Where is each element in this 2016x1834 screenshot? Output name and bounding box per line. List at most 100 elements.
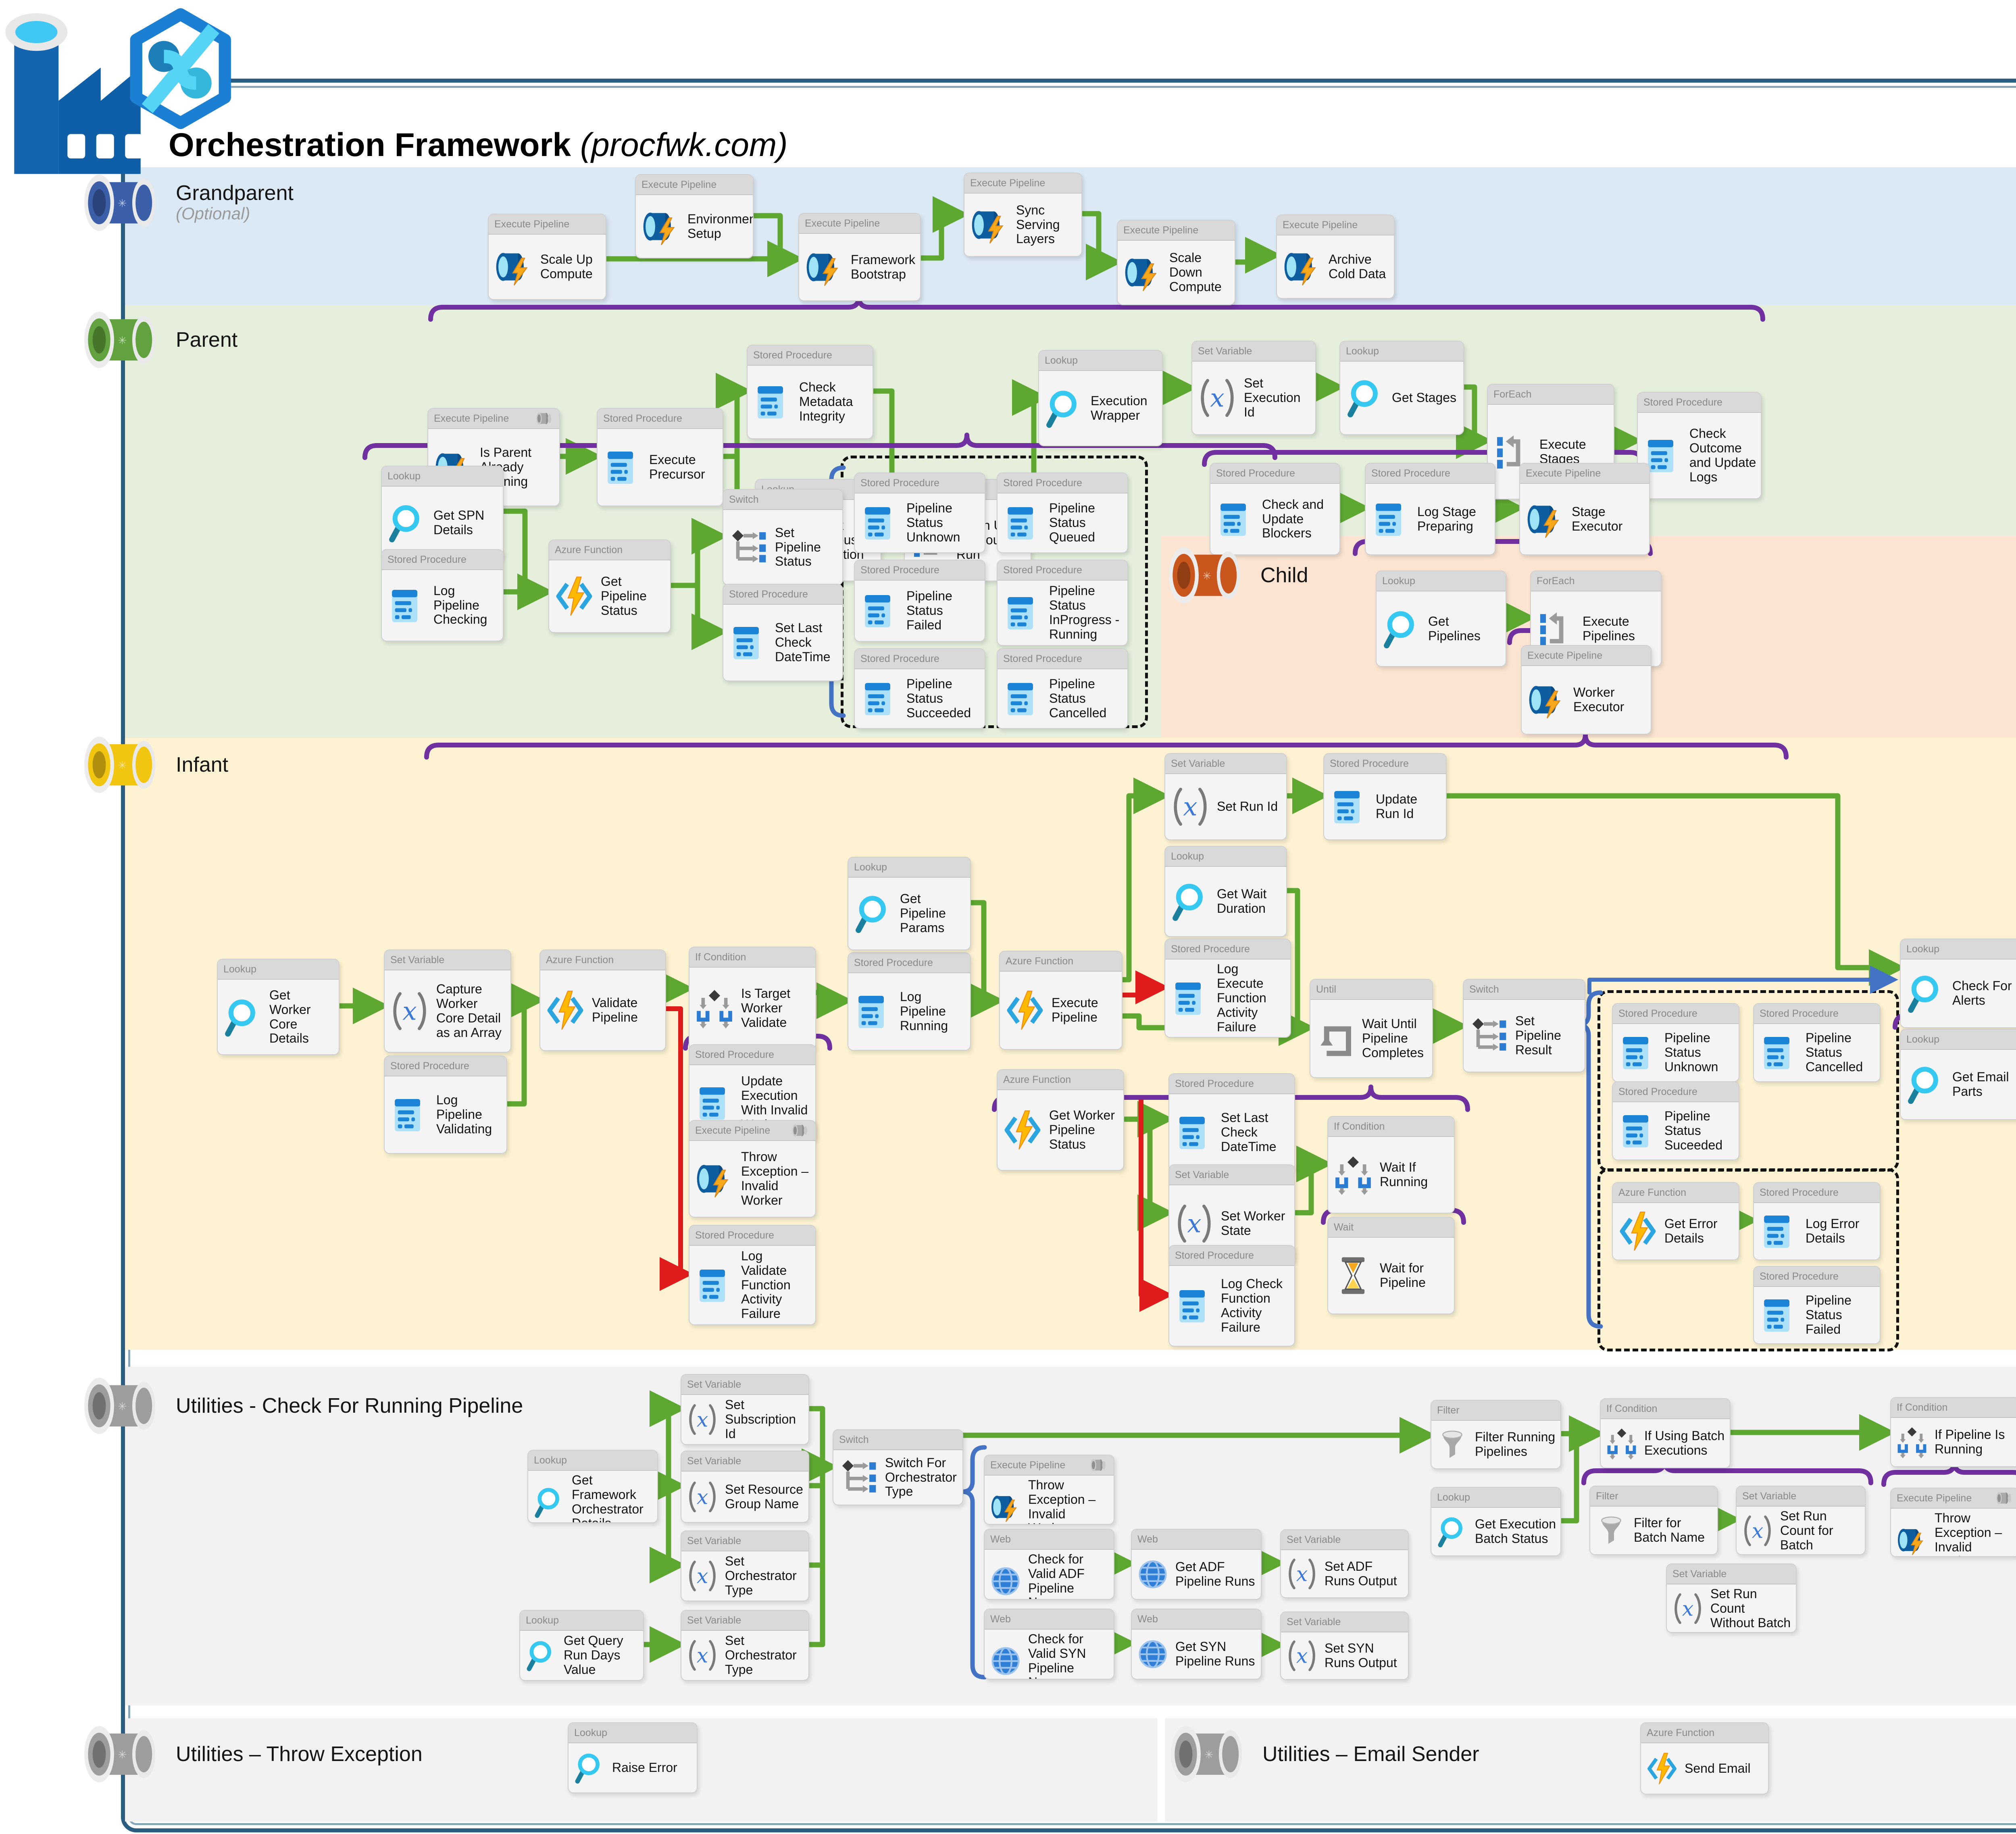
activity-header: Lookup — [520, 1611, 643, 1631]
activity-body: Log Pipeline Checking — [382, 570, 503, 641]
activity-type-label: Set Variable — [687, 1379, 741, 1391]
activity-get-error-details: Azure Function Get Error Details — [1612, 1182, 1739, 1260]
section-label: Infant — [176, 754, 228, 776]
setvar-icon — [685, 1403, 719, 1436]
activity-body: Set Orchestrator Type — [681, 1631, 808, 1680]
sp-icon — [727, 622, 769, 664]
activity-label: Update Run Id — [1376, 792, 1442, 821]
activity-body: Execution Wrapper — [1039, 371, 1162, 445]
activity-type-label: Stored Procedure — [860, 477, 939, 489]
activity-pipeline-status-unknown: Stored Procedure Pipeline Status Unknown — [854, 473, 985, 553]
pipe-icon — [989, 1490, 1023, 1524]
activity-framework-bootstrap: Execute Pipeline Framework Bootstrap — [798, 213, 921, 301]
activity-type-label: Set Variable — [1672, 1568, 1727, 1580]
activity-type-label: Lookup — [1045, 355, 1078, 366]
activity-label: Pipeline Status Cancelled — [1806, 1031, 1876, 1074]
activity-body: Stage Executor — [1520, 484, 1649, 554]
activity-label: Get Worker Pipeline Status — [1049, 1108, 1119, 1151]
sp-icon — [694, 1082, 735, 1124]
activity-execute-precursor: Stored Procedure Execute Precursor — [597, 408, 723, 506]
activity-body: If Pipeline Is Running — [1891, 1418, 2016, 1466]
activity-body: Set Pipeline Result — [1464, 1000, 1585, 1072]
activity-body: Filter for Batch Name — [1590, 1507, 1717, 1554]
activity-header: Set Variable — [681, 1375, 808, 1395]
activity-header: Execute Pipeline — [636, 175, 753, 195]
activity-body: Wait for Pipeline — [1328, 1238, 1454, 1314]
activity-body: Get Pipeline Status — [549, 560, 670, 632]
activity-header: Execute Pipeline — [1277, 215, 1394, 235]
section-label: Utilities - Check For Running Pipeline — [176, 1395, 523, 1417]
activity-set-run-count-without-batch: Set Variable Set Run Count Without Batch — [1666, 1563, 1797, 1633]
activity-header: Execute Pipeline — [985, 1455, 1114, 1476]
section-header-util-throw: Utilities – Throw Exception — [83, 1724, 423, 1784]
activity-header: Stored Procedure — [1169, 1074, 1294, 1094]
activity-header: Lookup — [218, 960, 339, 980]
activity-get-pipeline-status: Azure Function Get Pipeline Status — [548, 539, 671, 633]
activity-type-label: Stored Procedure — [1760, 1008, 1839, 1020]
activity-set-last-check-datetime: Stored Procedure Set Last Check DateTime — [723, 584, 843, 681]
activity-log-pipeline-validating: Stored Procedure Log Pipeline Validating — [384, 1055, 507, 1154]
sp-icon — [1617, 1110, 1659, 1152]
activity-label: If Using Batch Executions — [1644, 1429, 1726, 1458]
activity-type-label: Lookup — [574, 1727, 607, 1739]
activity-header: Lookup — [569, 1723, 697, 1743]
activity-log-pipeline-checking: Stored Procedure Log Pipeline Checking — [381, 549, 504, 641]
sp-icon — [389, 1094, 431, 1136]
activity-header: Set Variable — [385, 950, 510, 970]
activity-type-label: Execute Pipeline — [1897, 1493, 1972, 1504]
activity-type-label: Execute Pipeline — [805, 218, 880, 229]
activity-switch-for-orchestrator-type: Switch Switch For Orchestrator Type — [833, 1429, 963, 1505]
activity-set-orchestrator-type: Set Variable Set Orchestrator Type — [681, 1530, 809, 1601]
activity-type-label: Lookup — [1906, 943, 1939, 955]
activity-label: Framework Bootstrap — [851, 253, 916, 282]
activity-pipeline-status-cancelled: Stored Procedure Pipeline Status Cancell… — [1753, 1003, 1881, 1082]
activity-label: Set Run Count Without Batch — [1710, 1587, 1792, 1630]
activity-body: Get Execution Batch Status — [1431, 1508, 1560, 1555]
activity-type-label: Azure Function — [555, 544, 623, 556]
activity-set-pipeline-result: Switch Set Pipeline Result — [1463, 979, 1585, 1072]
lookup-icon — [524, 1638, 558, 1672]
activity-pipeline-status-queued: Stored Procedure Pipeline Status Queued — [997, 473, 1128, 553]
activity-type-label: If Condition — [695, 951, 746, 963]
activity-type-label: Stored Procedure — [695, 1049, 774, 1061]
activity-type-label: Stored Procedure — [1175, 1250, 1254, 1262]
activity-label: Log Error Details — [1806, 1217, 1876, 1246]
activity-type-label: Azure Function — [1647, 1727, 1714, 1739]
switch-icon — [837, 1457, 879, 1499]
activity-type-label: Execute Pipeline — [494, 219, 569, 230]
activity-label: Set Resource Group Name — [725, 1482, 804, 1511]
activity-body: Pipeline Status Failed — [1754, 1287, 1880, 1343]
activity-label: Execute Precursor — [649, 453, 719, 482]
activity-check-for-alerts: Lookup Check For Alerts — [1900, 939, 2016, 1028]
activity-label: Get Pipeline Status — [601, 575, 666, 618]
activity-type-label: Web — [1137, 1534, 1158, 1545]
activity-header: Lookup — [848, 858, 970, 878]
pipe-icon — [694, 1158, 735, 1200]
activity-log-pipeline-running: Stored Procedure Log Pipeline Running — [848, 952, 971, 1051]
activity-body: Is Target Worker Validate — [689, 968, 815, 1049]
activity-type-label: Until — [1316, 984, 1336, 995]
activity-header: Set Variable — [1169, 1165, 1294, 1185]
func-icon — [1645, 1752, 1679, 1786]
activity-header: Execute Pipeline — [489, 214, 606, 235]
activity-body: Scale Up Compute — [489, 235, 606, 299]
lookup-icon — [573, 1751, 606, 1785]
sp-icon — [386, 585, 428, 627]
activity-body: Get Pipeline Params — [848, 878, 970, 949]
activity-label: Log Check Function Activity Failure — [1221, 1277, 1290, 1334]
activity-header: Azure Function — [1613, 1183, 1739, 1203]
activity-label: Get Error Details — [1664, 1217, 1735, 1246]
activity-log-stage-preparing: Stored Procedure Log Stage Preparing — [1365, 463, 1495, 555]
activity-get-email-parts: Lookup Get Email Parts — [1900, 1029, 2016, 1120]
sp-icon — [1173, 1285, 1215, 1327]
activity-label: Stage Executor — [1572, 505, 1645, 534]
activity-header: Execute Pipeline — [689, 1121, 815, 1141]
activity-header: Switch — [723, 490, 842, 510]
activity-get-adf-pipeline-runs: Web Get ADF Pipeline Runs — [1131, 1529, 1262, 1600]
pipe-icon — [83, 173, 165, 233]
activity-log-check-function-activity-failure: Stored Procedure Log Check Function Acti… — [1168, 1245, 1295, 1347]
activity-header: Set Variable — [1192, 341, 1315, 362]
if-icon — [1895, 1425, 1929, 1459]
lookup-icon — [852, 893, 894, 935]
sp-icon — [694, 1264, 735, 1306]
